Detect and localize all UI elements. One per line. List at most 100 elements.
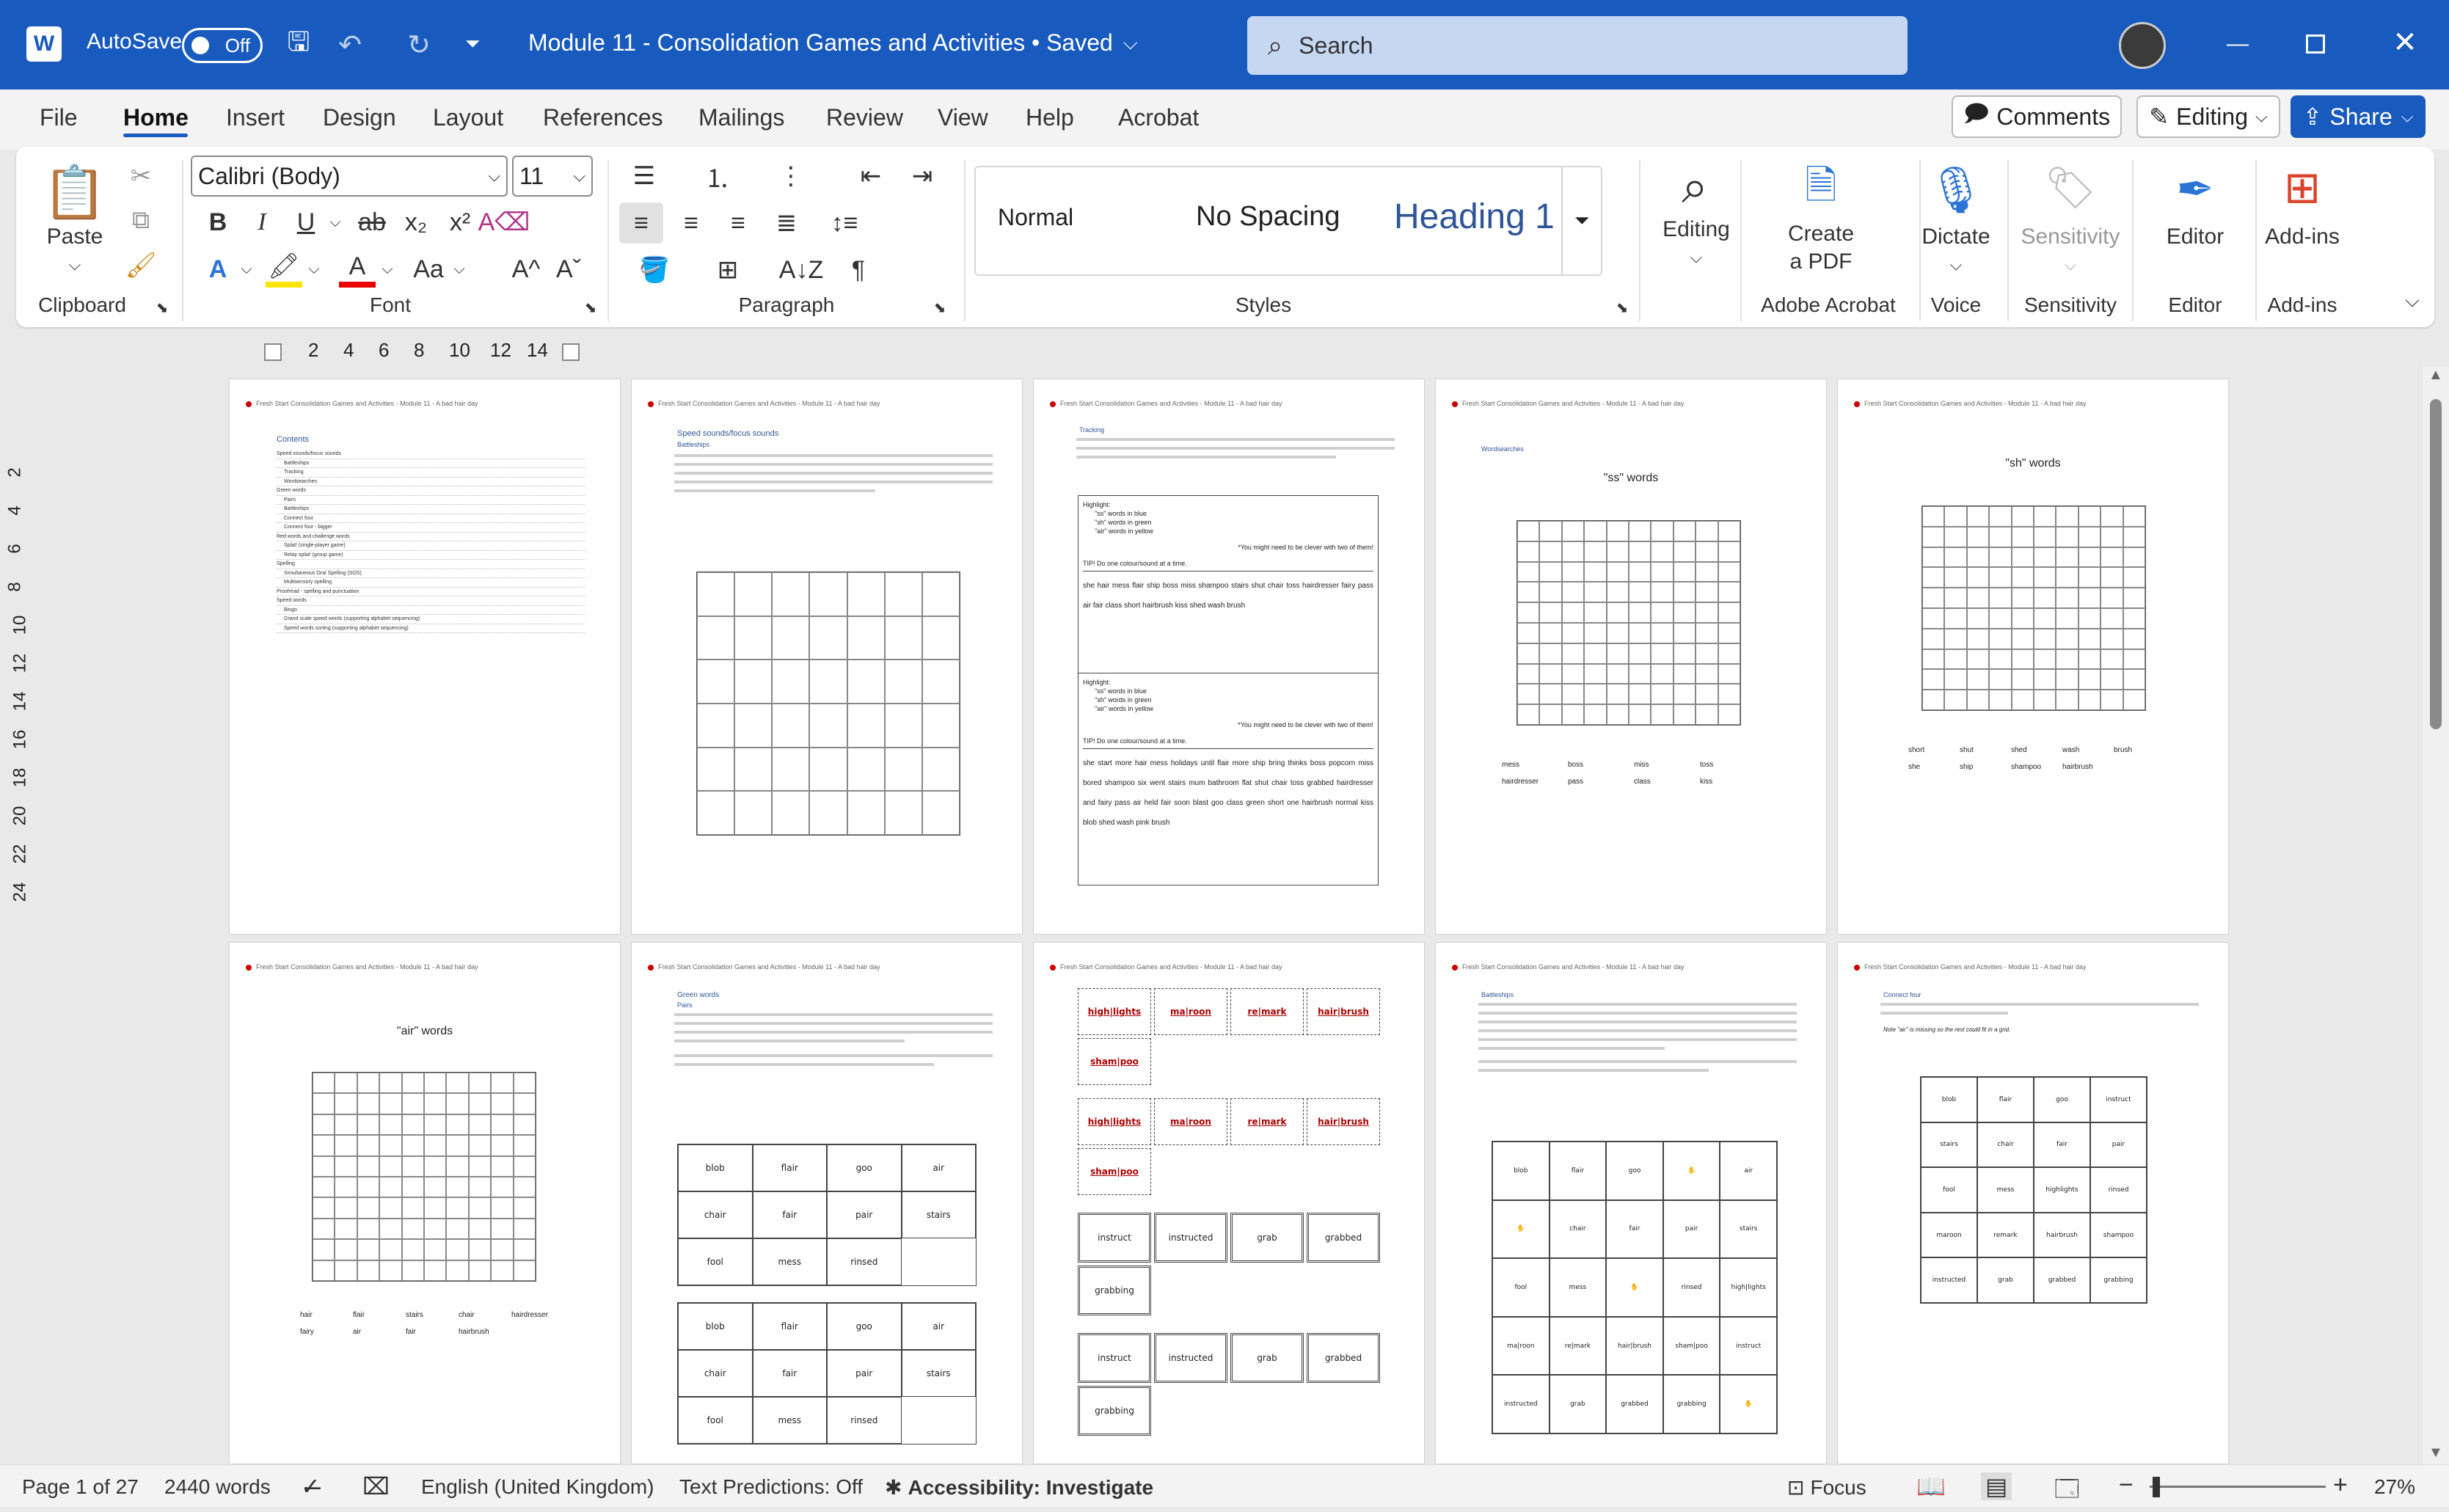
- tab-mailings[interactable]: Mailings: [698, 104, 784, 131]
- page-2[interactable]: Fresh Start Consolidation Games and Acti…: [631, 379, 1023, 935]
- create-pdf-icon[interactable]: 🗎: [1792, 161, 1850, 220]
- tab-layout[interactable]: Layout: [433, 104, 503, 131]
- shading-icon[interactable]: 🪣: [632, 249, 676, 291]
- chevron-down-icon[interactable]: ⌵: [2056, 251, 2085, 279]
- change-case-icon[interactable]: Aa: [408, 251, 449, 288]
- sensitivity-icon[interactable]: 🏷: [2041, 158, 2100, 217]
- microphone-icon[interactable]: 🎙: [1927, 157, 1985, 223]
- clear-formatting-icon[interactable]: A⌫: [478, 204, 530, 241]
- zoom-slider[interactable]: [2150, 1486, 2326, 1488]
- editor-label[interactable]: Editor: [2144, 223, 2247, 251]
- vertical-scrollbar[interactable]: ▲ ▼: [2423, 367, 2449, 1464]
- add-ins-label[interactable]: Add-ins: [2251, 223, 2354, 251]
- web-layout-icon[interactable]: 🗔: [2054, 1472, 2080, 1512]
- format-painter-icon[interactable]: 🖌: [125, 251, 156, 280]
- vertical-ruler[interactable]: 2 4 6 8 10 12 14 16 18 20 22 24: [5, 381, 32, 939]
- chevron-down-icon[interactable]: ⌵: [377, 251, 398, 288]
- style-no-spacing[interactable]: No Spacing: [1196, 201, 1340, 233]
- scroll-down-icon[interactable]: ▼: [2428, 1445, 2443, 1461]
- horizontal-ruler[interactable]: 2 4 6 8 10 12 14: [213, 339, 624, 361]
- indent-marker-icon[interactable]: [264, 343, 282, 361]
- page-3[interactable]: Fresh Start Consolidation Games and Acti…: [1033, 379, 1425, 935]
- editing-label[interactable]: Editing: [1645, 216, 1748, 244]
- maximize-icon[interactable]: [2301, 29, 2330, 59]
- create-pdf-label[interactable]: Create a PDF: [1762, 220, 1880, 276]
- align-left-icon[interactable]: ≡: [619, 202, 663, 244]
- multilevel-list-icon[interactable]: ⋮: [769, 156, 813, 197]
- decrease-indent-icon[interactable]: ⇤: [853, 156, 889, 197]
- tab-review[interactable]: Review: [826, 104, 903, 131]
- chevron-down-icon[interactable]: ⌵: [1682, 244, 1711, 271]
- chevron-down-icon[interactable]: ⌵: [449, 251, 470, 288]
- comments-button[interactable]: 🗩 Comments: [1952, 95, 2122, 138]
- page-5[interactable]: Fresh Start Consolidation Games and Acti…: [1837, 379, 2229, 935]
- proofing-icon[interactable]: ✓̶: [301, 1472, 321, 1500]
- align-center-icon[interactable]: ≡: [669, 202, 713, 244]
- dialog-launcher-icon[interactable]: ⬊: [1613, 298, 1632, 317]
- page-6[interactable]: Fresh Start Consolidation Games and Acti…: [229, 942, 621, 1464]
- page-count[interactable]: Page 1 of 27: [22, 1475, 139, 1499]
- justify-icon[interactable]: ≣: [764, 202, 809, 244]
- print-layout-icon[interactable]: ▤: [1981, 1472, 2012, 1500]
- style-normal[interactable]: Normal: [998, 204, 1073, 231]
- page-1[interactable]: Fresh Start Consolidation Games and Acti…: [229, 379, 621, 935]
- shrink-font-icon[interactable]: Aˇ: [550, 251, 587, 288]
- focus-mode[interactable]: ⊡ Focus: [1787, 1475, 1866, 1500]
- chevron-down-icon[interactable]: ⌵: [60, 251, 90, 279]
- language[interactable]: English (United Kingdom): [421, 1475, 654, 1499]
- word-count[interactable]: 2440 words: [164, 1475, 271, 1499]
- tab-design[interactable]: Design: [323, 104, 396, 131]
- page-8[interactable]: Fresh Start Consolidation Games and Acti…: [1033, 942, 1425, 1464]
- bold-icon[interactable]: B: [200, 204, 236, 241]
- read-mode-icon[interactable]: 📖: [1916, 1472, 1946, 1500]
- accessibility-status[interactable]: ✱ Accessibility: Investigate: [885, 1475, 1153, 1500]
- bullets-icon[interactable]: ☰: [622, 156, 666, 197]
- page-9[interactable]: Fresh Start Consolidation Games and Acti…: [1435, 942, 1827, 1464]
- tab-view[interactable]: View: [938, 104, 988, 131]
- autosave-toggle[interactable]: Off: [182, 28, 263, 63]
- redo-icon[interactable]: ↻: [402, 28, 436, 62]
- style-heading-1[interactable]: Heading 1: [1394, 197, 1555, 237]
- minimize-icon[interactable]: —: [2223, 29, 2252, 59]
- sort-icon[interactable]: A↓Z: [779, 249, 823, 291]
- paste-label[interactable]: Paste: [38, 223, 112, 251]
- tab-acrobat[interactable]: Acrobat: [1118, 104, 1199, 131]
- chevron-down-icon[interactable]: ⌵: [324, 204, 346, 241]
- document-title[interactable]: Module 11 - Consolidation Games and Acti…: [528, 29, 1138, 56]
- font-size-box[interactable]: 11 ⌵: [512, 156, 593, 197]
- increase-indent-icon[interactable]: ⇥: [904, 156, 941, 197]
- dialog-launcher-icon[interactable]: ⬊: [930, 298, 949, 317]
- page-10[interactable]: Fresh Start Consolidation Games and Acti…: [1837, 942, 2229, 1464]
- underline-icon[interactable]: U: [288, 204, 324, 241]
- sensitivity-label[interactable]: Sensitivity: [2012, 223, 2129, 251]
- right-indent-marker-icon[interactable]: [562, 343, 580, 361]
- borders-icon[interactable]: ⊞: [706, 249, 750, 291]
- page-4[interactable]: Fresh Start Consolidation Games and Acti…: [1435, 379, 1827, 935]
- copy-icon[interactable]: ⧉: [126, 205, 156, 235]
- align-right-icon[interactable]: ≡: [716, 202, 760, 244]
- zoom-out-icon[interactable]: −: [2119, 1471, 2134, 1500]
- chevron-down-icon[interactable]: ⌵: [1941, 251, 1971, 279]
- editing-mode-button[interactable]: ✎ Editing ⌵: [2136, 95, 2280, 138]
- numbering-icon[interactable]: ⒈: [696, 156, 740, 197]
- share-button[interactable]: ⇪ Share ⌵: [2291, 95, 2426, 138]
- font-name-box[interactable]: Calibri (Body) ⌵: [191, 156, 508, 197]
- spellcheck-icon[interactable]: ⌧: [362, 1472, 390, 1500]
- save-icon[interactable]: 🖫: [282, 26, 315, 62]
- dictate-label[interactable]: Dictate: [1905, 223, 2007, 251]
- grow-font-icon[interactable]: A^: [508, 251, 544, 288]
- zoom-slider-thumb[interactable]: [2153, 1477, 2160, 1497]
- undo-icon[interactable]: ↶: [333, 28, 367, 62]
- strikethrough-icon[interactable]: ab: [354, 204, 390, 241]
- tab-help[interactable]: Help: [1026, 104, 1074, 131]
- tab-references[interactable]: References: [543, 104, 663, 131]
- tab-file[interactable]: File: [40, 104, 78, 131]
- avatar[interactable]: [2119, 22, 2166, 69]
- scroll-up-icon[interactable]: ▲: [2428, 367, 2443, 384]
- zoom-level[interactable]: 27%: [2374, 1475, 2415, 1499]
- subscript-icon[interactable]: x₂: [398, 204, 434, 241]
- cut-icon[interactable]: ✂: [126, 161, 156, 191]
- styles-more-icon[interactable]: ⏷: [1561, 167, 1601, 274]
- add-ins-icon[interactable]: ⊞: [2273, 158, 2332, 217]
- text-predictions[interactable]: Text Predictions: Off: [679, 1475, 863, 1499]
